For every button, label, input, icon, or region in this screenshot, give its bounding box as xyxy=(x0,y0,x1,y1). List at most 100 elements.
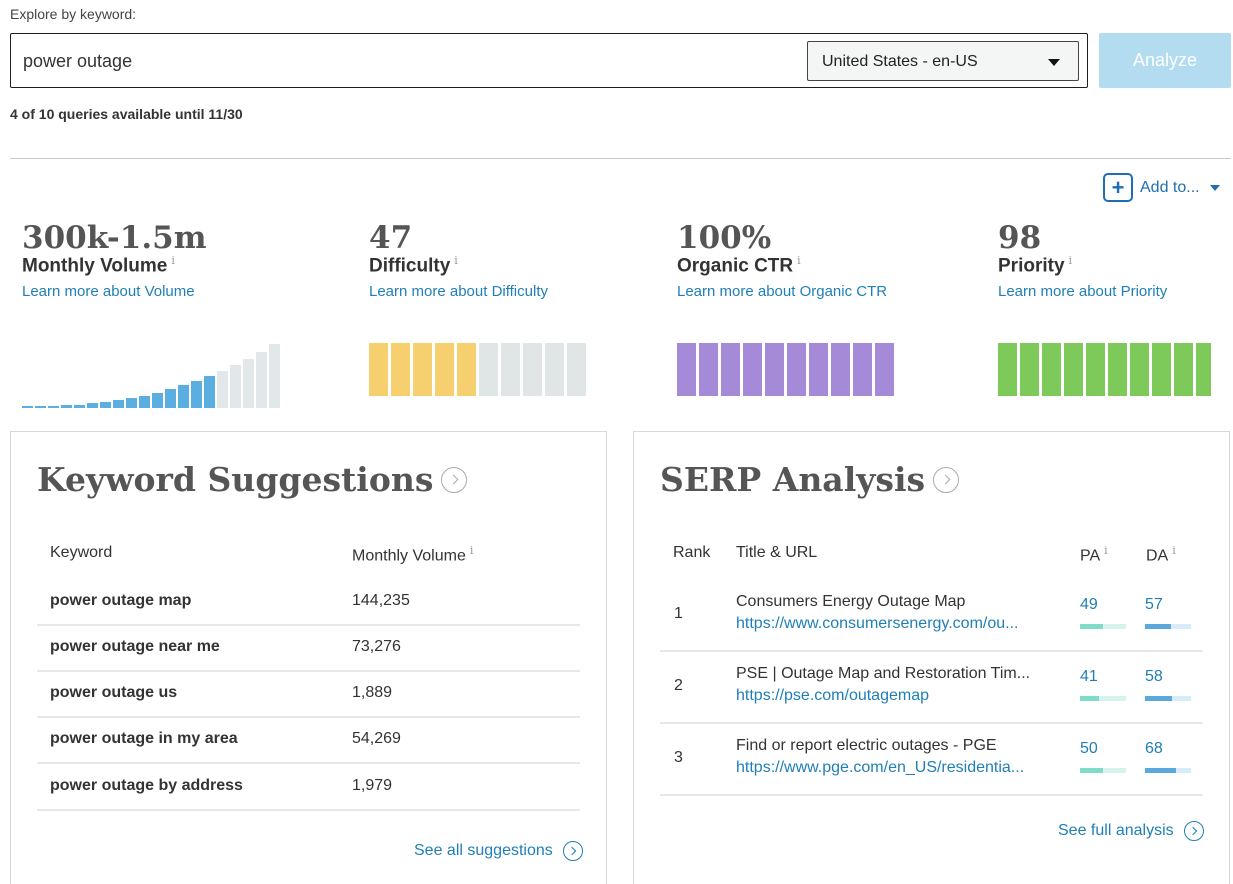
info-icon[interactable]: i xyxy=(1172,544,1176,557)
chevron-right-icon[interactable] xyxy=(933,466,960,493)
volume-bar xyxy=(100,402,111,408)
volume-bar xyxy=(35,406,46,408)
result-url-link[interactable]: https://pse.com/outagemap xyxy=(736,687,929,705)
da-value: 68 xyxy=(1145,740,1163,757)
volume-bar xyxy=(178,385,189,408)
table-row: 3 Find or report electric outages - PGE … xyxy=(660,724,1203,796)
volume-bar xyxy=(126,398,137,408)
volume-bar xyxy=(191,381,202,408)
column-header-title-url: Title & URL xyxy=(736,544,818,561)
table-row[interactable]: power outage in my area 54,269 xyxy=(37,718,580,764)
pa-value: 50 xyxy=(1080,740,1098,757)
bar-segment xyxy=(1130,343,1149,396)
table-row[interactable]: power outage map 144,235 xyxy=(37,580,580,626)
da-bar-fill xyxy=(1145,696,1172,701)
bar-segment xyxy=(435,343,454,396)
metric-ctr: 100% Organic CTR i Learn more about Organ… xyxy=(677,220,887,300)
da-bar-fill xyxy=(1145,768,1177,773)
info-icon[interactable]: i xyxy=(470,544,474,557)
bar-segment xyxy=(1086,343,1105,396)
volume-cell: 144,235 xyxy=(352,592,410,609)
keyword-cell: power outage map xyxy=(50,592,192,609)
table-row[interactable]: power outage by address 1,979 xyxy=(37,765,580,811)
volume-cell: 54,269 xyxy=(352,730,401,747)
volume-bar xyxy=(243,359,254,408)
metric-volume-title-text: Monthly Volume xyxy=(22,255,168,277)
chevron-right-icon[interactable] xyxy=(441,466,468,493)
pa-bar xyxy=(1080,624,1126,629)
volume-histogram xyxy=(22,340,282,408)
learn-more-difficulty-link[interactable]: Learn more about Difficulty xyxy=(369,283,548,300)
volume-bar xyxy=(113,400,124,408)
metric-volume-value: 300k-1.5m xyxy=(22,220,207,256)
serp-analysis-title[interactable]: SERP Analysis xyxy=(660,460,960,499)
volume-bar xyxy=(230,365,241,408)
volume-cell: 1,979 xyxy=(352,777,393,794)
analyze-button[interactable]: Analyze xyxy=(1099,33,1231,88)
bar-segment xyxy=(831,343,850,396)
search-box: United States - en-US xyxy=(10,33,1088,88)
priority-bar xyxy=(998,343,1214,396)
plus-icon: + xyxy=(1103,173,1133,202)
bar-segment xyxy=(413,343,432,396)
volume-bar xyxy=(152,393,163,408)
difficulty-bar xyxy=(369,343,589,396)
volume-bar xyxy=(87,403,98,408)
see-all-suggestions-link[interactable]: See all suggestions xyxy=(414,841,584,861)
bar-segment xyxy=(677,343,696,396)
table-row[interactable]: power outage near me 73,276 xyxy=(37,626,580,672)
volume-cell: 73,276 xyxy=(352,638,401,655)
table-row[interactable]: power outage us 1,889 xyxy=(37,672,580,718)
column-header-keyword: Keyword xyxy=(50,544,113,561)
rank-cell: 3 xyxy=(674,749,683,766)
metric-difficulty: 47 Difficulty i Learn more about Difficul… xyxy=(369,220,548,300)
result-url-link[interactable]: https://www.consumersenergy.com/ou... xyxy=(736,615,1018,633)
keyword-cell: power outage near me xyxy=(50,638,220,655)
locale-select[interactable]: United States - en-US xyxy=(807,41,1079,81)
caret-down-icon xyxy=(1209,184,1220,191)
pa-value: 41 xyxy=(1080,668,1098,685)
rank-cell: 1 xyxy=(674,605,683,622)
serp-analysis-title-text: SERP Analysis xyxy=(660,460,926,499)
volume-bar xyxy=(48,406,59,408)
column-header-da: DA i xyxy=(1146,544,1176,565)
bar-segment xyxy=(567,343,586,396)
bar-segment xyxy=(1152,343,1171,396)
keyword-cell: power outage us xyxy=(50,684,178,701)
result-title: Find or report electric outages - PGE xyxy=(736,737,997,754)
bar-segment xyxy=(457,343,476,396)
column-header-rank: Rank xyxy=(673,544,711,561)
volume-bar xyxy=(22,406,33,408)
bar-segment xyxy=(1174,343,1193,396)
info-icon[interactable]: i xyxy=(1104,544,1108,557)
column-header-pa: PA i xyxy=(1080,544,1108,565)
add-to-button[interactable]: + Add to... xyxy=(1103,173,1220,202)
info-icon[interactable]: i xyxy=(171,254,175,267)
bar-segment xyxy=(545,343,564,396)
bar-segment xyxy=(369,343,388,396)
metric-ctr-value: 100% xyxy=(677,220,772,256)
see-full-analysis-link[interactable]: See full analysis xyxy=(1058,821,1205,841)
info-icon[interactable]: i xyxy=(454,254,458,267)
bar-segment xyxy=(853,343,872,396)
volume-bar xyxy=(61,405,72,408)
metric-priority-title-text: Priority xyxy=(998,255,1065,277)
bar-segment xyxy=(523,343,542,396)
learn-more-priority-link[interactable]: Learn more about Priority xyxy=(998,283,1167,300)
bar-segment xyxy=(501,343,520,396)
result-url-link[interactable]: https://www.pge.com/en_US/residentia... xyxy=(736,759,1024,777)
info-icon[interactable]: i xyxy=(1069,254,1073,267)
info-icon[interactable]: i xyxy=(797,254,801,267)
explore-label: Explore by keyword: xyxy=(10,6,137,22)
pa-bar-fill xyxy=(1080,696,1099,701)
ctr-bar xyxy=(677,343,897,396)
bar-segment xyxy=(1042,343,1061,396)
keyword-search-input[interactable] xyxy=(23,44,783,78)
column-header-monthly-volume: Monthly Volume i xyxy=(352,544,473,565)
volume-cell: 1,889 xyxy=(352,684,393,701)
learn-more-ctr-link[interactable]: Learn more about Organic CTR xyxy=(677,283,887,300)
pa-bar-fill xyxy=(1080,768,1103,773)
learn-more-volume-link[interactable]: Learn more about Volume xyxy=(22,283,207,300)
bar-segment xyxy=(1064,343,1083,396)
keyword-suggestions-title[interactable]: Keyword Suggestions xyxy=(37,460,468,499)
